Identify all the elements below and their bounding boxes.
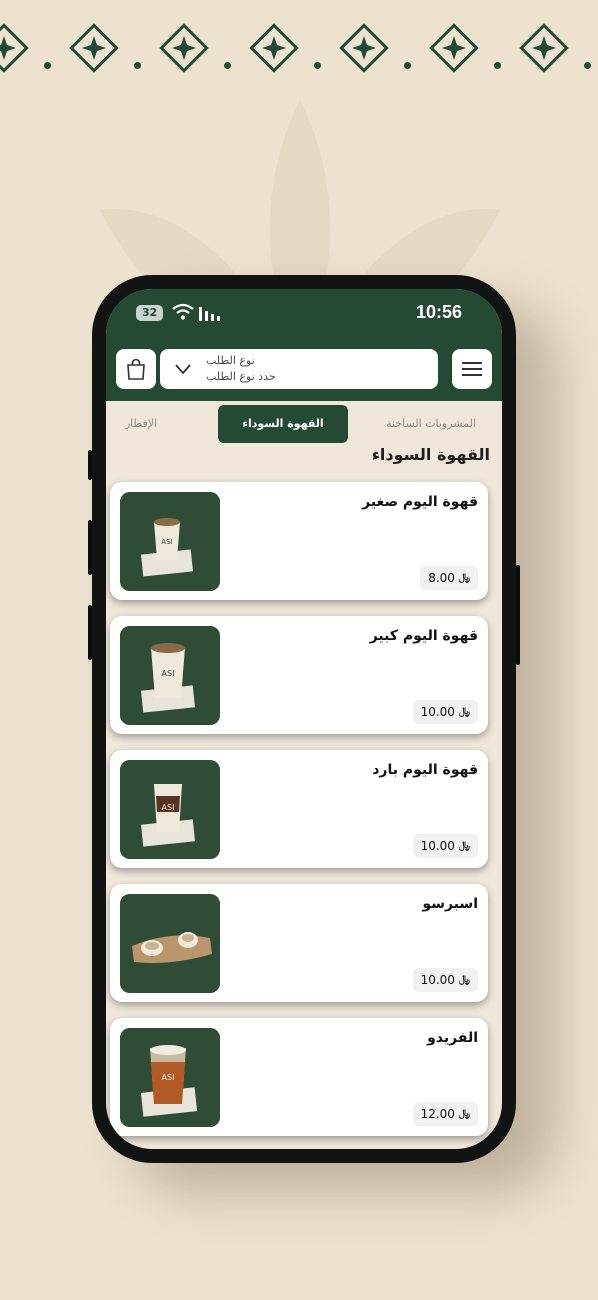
tab-black-coffee[interactable]: القهوة السوداء <box>218 405 348 443</box>
product-image: ASI <box>120 626 220 725</box>
pattern-dot <box>584 62 591 69</box>
pattern-dot <box>44 62 51 69</box>
phone-frame: 32 10:56 نوع الطلب حدد نوع الطلب الإفطار… <box>88 275 520 1163</box>
order-type-select[interactable]: نوع الطلب حدد نوع الطلب <box>160 349 438 389</box>
section-title: القهوة السوداء <box>371 445 490 464</box>
ornament-icon <box>339 23 389 73</box>
product-card[interactable]: ASI الفريدو 12.00 ﷼ <box>110 1018 488 1136</box>
shopping-bag-icon <box>127 358 145 380</box>
product-price: 10.00 ﷼ <box>412 968 478 992</box>
product-card[interactable]: ASI قهوة اليوم بارد 10.00 ﷼ <box>110 750 488 868</box>
ornament-icon <box>0 23 29 73</box>
phone-side-button <box>88 605 92 660</box>
chevron-down-icon <box>175 364 191 375</box>
wifi-icon <box>172 303 194 320</box>
price-value: 10.00 <box>420 839 455 853</box>
status-bar: 32 10:56 <box>106 289 502 339</box>
app-header: نوع الطلب حدد نوع الطلب <box>106 339 502 401</box>
product-image <box>120 894 220 993</box>
price-value: 10.00 <box>420 705 455 719</box>
tab-hot-drinks[interactable]: المشروبات الساخنة <box>368 405 494 443</box>
battery-indicator: 32 <box>136 305 164 321</box>
ornament-icon <box>249 23 299 73</box>
riyal-icon: ﷼ <box>458 840 470 851</box>
product-price: 8.00 ﷼ <box>420 566 478 590</box>
cup-logo: ASI <box>162 803 175 812</box>
product-name: قهوة اليوم كبير <box>369 628 478 644</box>
app-screen: 32 10:56 نوع الطلب حدد نوع الطلب الإفطار… <box>106 289 502 1149</box>
espresso-image <box>120 894 220 993</box>
pattern-dot <box>494 62 501 69</box>
price-value: 12.00 <box>420 1107 455 1121</box>
pattern-dot <box>314 62 321 69</box>
order-type-placeholder: حدد نوع الطلب <box>206 370 276 383</box>
freddo-image: ASI <box>120 1028 220 1127</box>
product-name: قهوة اليوم بارد <box>372 762 478 778</box>
product-name: اسبرسو <box>422 896 478 912</box>
product-price: 12.00 ﷼ <box>412 1102 478 1126</box>
cup-logo: ASI <box>162 669 175 678</box>
category-tabs: الإفطار القهوة السوداء المشروبات الساخنة <box>106 401 502 449</box>
order-type-label: نوع الطلب <box>206 354 255 367</box>
riyal-icon: ﷼ <box>458 572 470 583</box>
cart-button[interactable] <box>116 349 156 389</box>
price-value: 10.00 <box>420 973 455 987</box>
ornament-icon <box>519 23 569 73</box>
signal-icon <box>199 307 220 321</box>
product-name: الفريدو <box>427 1030 478 1046</box>
menu-button[interactable] <box>452 349 492 389</box>
pattern-dot <box>134 62 141 69</box>
ornament-icon <box>69 23 119 73</box>
product-price: 10.00 ﷼ <box>412 834 478 858</box>
hamburger-menu-icon <box>462 362 482 376</box>
coffee-cup-image: ASI <box>120 626 220 725</box>
phone-side-button <box>88 520 92 575</box>
cup-logo: ASI <box>161 538 172 546</box>
riyal-icon: ﷼ <box>458 706 470 717</box>
ornament-icon <box>429 23 479 73</box>
riyal-icon: ﷼ <box>458 1108 470 1119</box>
product-price: 10.00 ﷼ <box>412 700 478 724</box>
pattern-dot <box>404 62 411 69</box>
cup-logo: ASI <box>162 1073 175 1082</box>
decorative-pattern <box>0 18 598 78</box>
product-image: ASI <box>120 1028 220 1127</box>
product-card[interactable]: ASI قهوة اليوم كبير 10.00 ﷼ <box>110 616 488 734</box>
status-time: 10:56 <box>415 302 462 322</box>
product-image: ASI <box>120 760 220 859</box>
iced-coffee-image: ASI <box>120 760 220 859</box>
riyal-icon: ﷼ <box>458 974 470 985</box>
price-value: 8.00 <box>428 571 455 585</box>
product-image: ASI <box>120 492 220 591</box>
pattern-dot <box>224 62 231 69</box>
product-card[interactable]: اسبرسو 10.00 ﷼ <box>110 884 488 1002</box>
ornament-icon <box>159 23 209 73</box>
phone-power-button <box>516 565 520 665</box>
tab-breakfast[interactable]: الإفطار <box>106 405 176 443</box>
product-card[interactable]: ASI قهوة اليوم صغير 8.00 ﷼ <box>110 482 488 600</box>
phone-side-button <box>88 450 92 480</box>
product-name: قهوة اليوم صغير <box>362 494 478 510</box>
coffee-cup-image: ASI <box>120 492 220 591</box>
